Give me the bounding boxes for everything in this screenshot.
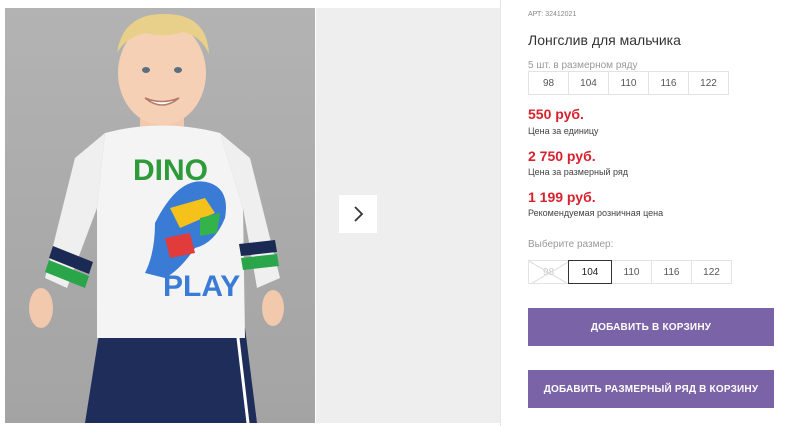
boy-in-longsleeve-image: DINO PLAY [29, 13, 284, 423]
size-selector: 98 104 110 116 122 [528, 260, 732, 284]
choose-size-label: Выберите размер: [528, 239, 614, 250]
print-play-text: PLAY [163, 270, 240, 303]
panel-divider [500, 0, 501, 426]
pack-size-98: 98 [528, 71, 569, 95]
unit-price: 550 руб. [528, 106, 584, 122]
chevron-right-icon [354, 206, 364, 222]
print-letter-d: DINO [133, 154, 208, 187]
size-option-104[interactable]: 104 [568, 260, 612, 284]
set-price: 2 750 руб. [528, 148, 596, 164]
retail-price: 1 199 руб. [528, 189, 596, 205]
pack-size-104: 104 [568, 71, 609, 95]
unit-price-label: Цена за единицу [528, 126, 599, 136]
size-option-122[interactable]: 122 [691, 260, 732, 284]
article-number: АРТ: 32412021 [528, 11, 577, 18]
add-size-set-to-cart-button[interactable]: ДОБАВИТЬ РАЗМЕРНЫЙ РЯД В КОРЗИНУ [528, 370, 774, 408]
size-option-98: 98 [528, 260, 569, 284]
next-image-button[interactable] [339, 195, 377, 233]
set-price-label: Цена за размерный ряд [528, 167, 629, 177]
product-gallery: DINO PLAY [0, 0, 500, 426]
pack-size-122: 122 [688, 71, 729, 95]
pack-size-116: 116 [648, 71, 689, 95]
add-to-cart-button[interactable]: ДОБАВИТЬ В КОРЗИНУ [528, 308, 774, 346]
retail-price-label: Рекомендуемая розничная цена [528, 208, 664, 218]
product-title: Лонгслив для мальчика [528, 32, 681, 48]
size-option-110[interactable]: 110 [611, 260, 652, 284]
pack-sizes-row: 98 104 110 116 122 [528, 71, 729, 95]
size-option-116[interactable]: 116 [651, 260, 692, 284]
cross-out-icon [529, 261, 568, 283]
product-photo[interactable]: DINO PLAY [5, 8, 315, 423]
pack-note: 5 шт. в размерном ряду [528, 60, 638, 71]
pack-size-110: 110 [608, 71, 649, 95]
